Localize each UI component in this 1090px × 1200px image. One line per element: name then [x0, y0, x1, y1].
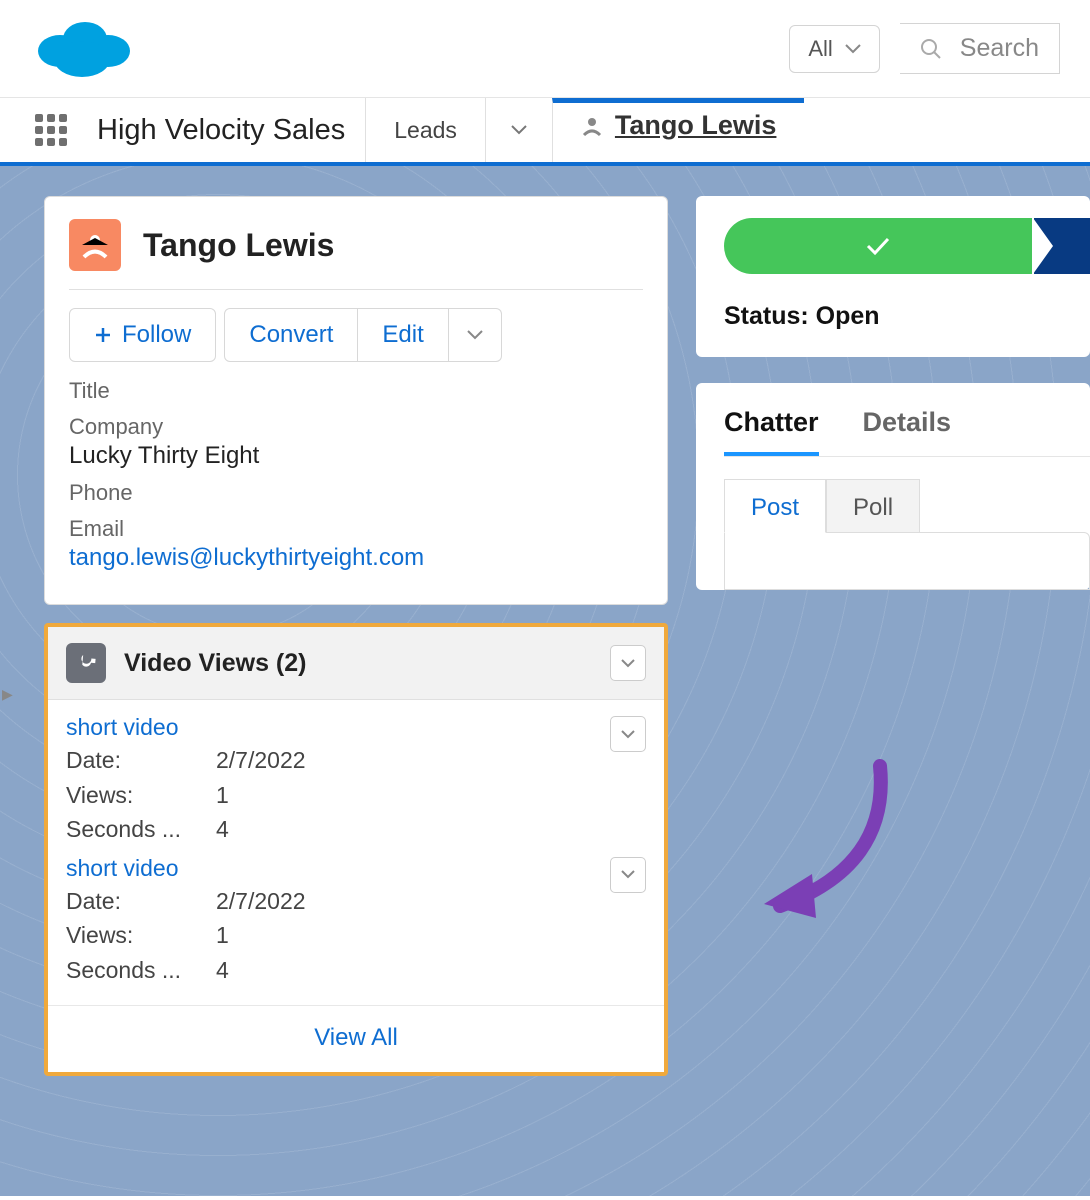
related-item-actions[interactable] — [610, 857, 646, 893]
lead-icon — [581, 115, 603, 137]
check-icon — [865, 236, 891, 256]
app-name: High Velocity Sales — [97, 114, 345, 147]
field-label-company: Company — [69, 414, 643, 440]
nav-record-tab-tango[interactable]: Tango Lewis — [552, 98, 805, 162]
search-icon — [920, 38, 942, 60]
edit-button[interactable]: Edit — [358, 308, 448, 362]
wrench-icon — [66, 643, 106, 683]
chevron-down-icon — [621, 730, 635, 739]
more-actions-button[interactable] — [449, 308, 502, 362]
convert-button[interactable]: Convert — [224, 308, 358, 362]
follow-button[interactable]: Follow — [69, 308, 216, 362]
lead-record-icon — [69, 219, 121, 271]
path-card: Status: Open — [696, 196, 1090, 357]
field-value-company: Lucky Thirty Eight — [69, 442, 643, 470]
subtab-poll[interactable]: Poll — [826, 479, 920, 533]
related-item-actions[interactable] — [610, 716, 646, 752]
search-scope-picker[interactable]: All — [789, 25, 879, 73]
chevron-down-icon — [467, 330, 483, 340]
tab-chatter[interactable]: Chatter — [724, 407, 819, 456]
field-label-email: Email — [69, 516, 643, 542]
related-item-title[interactable]: short video — [66, 855, 646, 882]
related-item: short video Date:2/7/2022 Views:1 Second… — [66, 855, 646, 996]
field-label-phone: Phone — [69, 480, 643, 506]
chevron-down-icon — [510, 124, 528, 136]
nav-object-dropdown[interactable] — [485, 98, 552, 162]
status-label: Status: Open — [724, 302, 1090, 331]
field-label-title: Title — [69, 378, 643, 404]
nav-object-leads[interactable]: Leads — [365, 98, 485, 162]
search-placeholder: Search — [960, 34, 1039, 63]
scope-label: All — [808, 36, 832, 62]
salesforce-logo[interactable] — [30, 11, 140, 86]
post-input[interactable] — [724, 532, 1090, 590]
chevron-down-icon — [621, 659, 635, 668]
expand-handle[interactable]: ▶ — [2, 686, 13, 703]
app-launcher-icon[interactable] — [35, 114, 67, 146]
lead-name: Tango Lewis — [143, 227, 334, 264]
related-item: short video Date:2/7/2022 Views:1 Second… — [66, 714, 646, 855]
lead-highlights-card: Tango Lewis Follow Convert Edit Title Co… — [44, 196, 668, 605]
chatter-card: Chatter Details Post Poll — [696, 383, 1090, 590]
related-item-title[interactable]: short video — [66, 714, 646, 741]
subtab-post[interactable]: Post — [724, 479, 826, 533]
related-body: short video Date:2/7/2022 Views:1 Second… — [48, 700, 664, 995]
path-stage-complete[interactable] — [724, 218, 1090, 274]
field-value-email[interactable]: tango.lewis@luckythirtyeight.com — [69, 544, 643, 572]
chevron-down-icon — [621, 870, 635, 879]
related-actions-button[interactable] — [610, 645, 646, 681]
related-list-video-views: Video Views (2) short video Date:2/7/202… — [44, 623, 668, 1076]
chevron-down-icon — [845, 44, 861, 54]
plus-icon — [94, 326, 112, 344]
global-search[interactable]: Search — [900, 23, 1060, 74]
related-title[interactable]: Video Views (2) — [124, 649, 592, 678]
view-all-link[interactable]: View All — [48, 1005, 664, 1072]
tab-details[interactable]: Details — [863, 407, 952, 456]
